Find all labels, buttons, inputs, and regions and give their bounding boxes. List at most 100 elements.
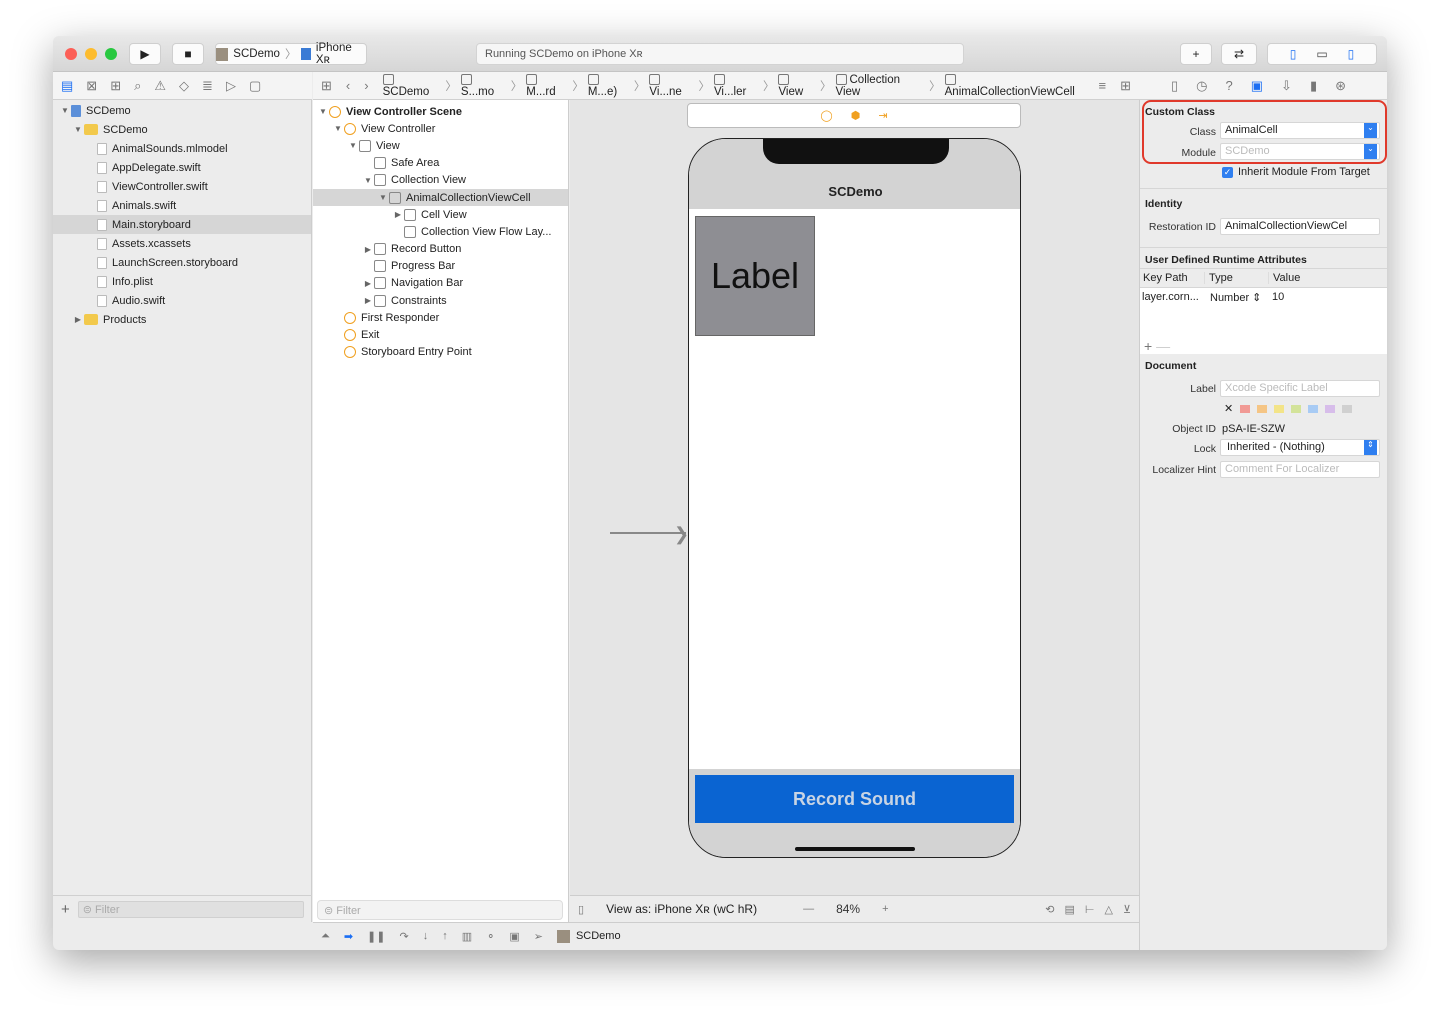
library-button[interactable]: +: [1180, 43, 1212, 65]
step-over-icon[interactable]: ↷: [399, 930, 408, 943]
navigator-item[interactable]: ▼ SCDemo: [53, 101, 311, 120]
step-in-icon[interactable]: ↓: [423, 930, 429, 942]
navigator-item[interactable]: LaunchScreen.storyboard: [53, 253, 311, 272]
disclosure-triangle[interactable]: ▼: [72, 125, 84, 134]
outline-item[interactable]: ▶ Constraints: [313, 292, 568, 309]
toggle-debug-icon[interactable]: ▭: [1316, 47, 1327, 61]
hide-debug-icon[interactable]: ⏶: [321, 930, 330, 943]
navigator-item[interactable]: AppDelegate.swift: [53, 158, 311, 177]
breakpoints-toggle-icon[interactable]: ➡: [344, 930, 353, 943]
breakpoint-icon[interactable]: ▷: [226, 78, 236, 94]
resolve-issues-icon[interactable]: △: [1104, 903, 1112, 916]
source-control-icon[interactable]: ⊠: [86, 78, 97, 94]
clear-color-icon[interactable]: ✕: [1224, 402, 1233, 415]
outline-item[interactable]: ▼ Collection View: [313, 172, 568, 189]
file-inspector-icon[interactable]: ▯: [1171, 78, 1178, 94]
view-hierarchy-icon[interactable]: ▥: [462, 930, 472, 943]
animal-cell[interactable]: Label: [695, 216, 815, 336]
outline-item[interactable]: Collection View Flow Lay...: [313, 223, 568, 240]
color-blue[interactable]: [1308, 404, 1319, 413]
color-purple[interactable]: [1325, 404, 1336, 413]
disclosure-triangle[interactable]: ▶: [362, 245, 374, 254]
chevron-down-icon[interactable]: ⌄: [1364, 144, 1377, 159]
scheme-selector[interactable]: SCDemo 〉 iPhone Xʀ: [215, 42, 367, 66]
color-gray[interactable]: [1342, 404, 1353, 413]
cell-label[interactable]: Label: [711, 255, 799, 297]
disclosure-triangle[interactable]: ▼: [332, 124, 344, 133]
navigator-item[interactable]: ▼ SCDemo: [53, 120, 311, 139]
align-icon[interactable]: ▤: [1064, 903, 1074, 916]
breadcrumb-item[interactable]: Vi...ler: [713, 73, 759, 98]
navigator-item[interactable]: Main.storyboard: [53, 215, 311, 234]
record-sound-button[interactable]: Record Sound: [695, 775, 1014, 823]
embed-in-icon[interactable]: ⊻: [1123, 903, 1131, 916]
run-button[interactable]: ▶: [129, 43, 161, 65]
outline-item[interactable]: ▼ AnimalCollectionViewCell: [313, 188, 568, 207]
breadcrumb-item[interactable]: AnimalCollectionViewCell: [944, 73, 1085, 98]
navigator-item[interactable]: Info.plist: [53, 272, 311, 291]
toggle-inspector-icon[interactable]: ▯: [1348, 47, 1355, 61]
attributes-inspector-icon[interactable]: ⇩: [1281, 78, 1292, 94]
breadcrumb-item[interactable]: View: [778, 73, 816, 98]
disclosure-triangle[interactable]: ▶: [392, 210, 404, 219]
breadcrumb-item[interactable]: M...rd: [526, 73, 568, 98]
step-out-icon[interactable]: ↑: [442, 930, 448, 942]
symbol-icon[interactable]: ⊞: [110, 78, 121, 94]
outline-item[interactable]: ▼ View Controller Scene: [313, 103, 568, 120]
storyboard-canvas[interactable]: ◯ ⬢ ⇥ ❯ SCDemo Label Record Sound: [570, 100, 1139, 895]
memory-graph-icon[interactable]: ⚬: [486, 930, 495, 943]
view-controller-icon[interactable]: ◯: [820, 109, 832, 122]
view-as-button[interactable]: View as: iPhone Xʀ (wC hR): [606, 902, 757, 916]
zoom-in-button[interactable]: +: [882, 903, 888, 915]
disclosure-triangle[interactable]: ▶: [72, 315, 84, 324]
navigator-item[interactable]: Animals.swift: [53, 196, 311, 215]
navigator-item[interactable]: ViewController.swift: [53, 177, 311, 196]
project-navigator-icon[interactable]: ▤: [61, 78, 73, 94]
minimize-button[interactable]: [85, 48, 97, 60]
color-green[interactable]: [1291, 404, 1302, 413]
toggle-outline-icon[interactable]: ▯: [578, 903, 584, 916]
color-red[interactable]: [1240, 404, 1251, 413]
add-remove-attribute-buttons[interactable]: + —: [1144, 338, 1170, 354]
class-field[interactable]: AnimalCell ⌄: [1220, 122, 1380, 139]
outline-item[interactable]: Exit: [313, 326, 568, 343]
outline-item[interactable]: ▶ Record Button: [313, 241, 568, 258]
disclosure-triangle[interactable]: ▶: [362, 296, 374, 305]
disclosure-triangle[interactable]: ▼: [362, 176, 374, 185]
close-button[interactable]: [65, 48, 77, 60]
localizer-hint-field[interactable]: Comment For Localizer: [1220, 461, 1380, 478]
disclosure-triangle[interactable]: ▶: [362, 279, 374, 288]
outline-filter-input[interactable]: ⊜ Filter: [317, 900, 563, 920]
pause-icon[interactable]: ❚❚: [367, 930, 385, 943]
toggle-navigator-icon[interactable]: ▯: [1290, 47, 1297, 61]
table-row[interactable]: layer.corn... Number ⇕ 10: [1140, 288, 1387, 304]
update-frames-icon[interactable]: ⟲: [1045, 903, 1054, 916]
stop-button[interactable]: ■: [172, 43, 204, 65]
back-icon[interactable]: ‹: [346, 78, 350, 93]
module-field[interactable]: SCDemo ⌄: [1220, 143, 1380, 160]
value-cell[interactable]: 10: [1272, 291, 1284, 304]
type-cell[interactable]: Number ⇕: [1210, 291, 1272, 304]
navigator-item[interactable]: Assets.xcassets: [53, 234, 311, 253]
outline-item[interactable]: Safe Area: [313, 155, 568, 172]
breadcrumb-item[interactable]: Collection View: [835, 74, 926, 98]
code-review-button[interactable]: ⇄: [1221, 43, 1257, 65]
debug-icon[interactable]: ≣: [202, 78, 213, 94]
color-yellow[interactable]: [1274, 404, 1285, 413]
add-constraints-icon[interactable]: ⊢: [1085, 903, 1095, 916]
add-editor-icon[interactable]: ⊞: [1120, 78, 1131, 94]
identity-inspector-icon[interactable]: ▣: [1251, 78, 1263, 94]
lock-select[interactable]: Inherited - (Nothing) ⇕: [1220, 439, 1380, 456]
find-icon[interactable]: ⌕: [134, 78, 141, 94]
editor-options-icon[interactable]: ≡: [1099, 78, 1107, 93]
forward-icon[interactable]: ›: [364, 78, 368, 93]
disclosure-triangle[interactable]: ▼: [377, 193, 389, 202]
breadcrumb-item[interactable]: S...mo: [460, 73, 507, 98]
breadcrumb-item[interactable]: Vi...ne: [649, 73, 694, 98]
breadcrumb-item[interactable]: M...e): [587, 73, 630, 98]
outline-item[interactable]: Progress Bar: [313, 258, 568, 275]
connections-inspector-icon[interactable]: ⊛: [1335, 78, 1346, 94]
inherit-module-checkbox[interactable]: ✓ Inherit Module From Target: [1222, 166, 1370, 178]
outline-item[interactable]: ▶ Navigation Bar: [313, 275, 568, 292]
report-icon[interactable]: ▢: [249, 78, 261, 94]
